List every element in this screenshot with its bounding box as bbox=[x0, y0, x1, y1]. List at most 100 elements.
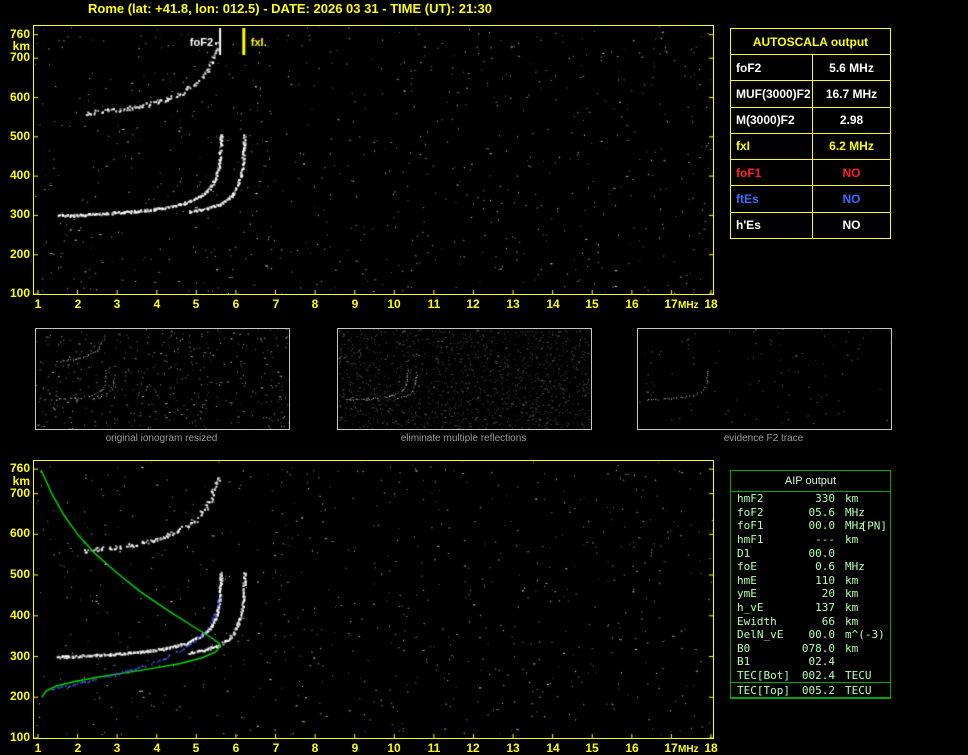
aip-row-value: 078.0 bbox=[801, 641, 835, 655]
autoscala-row-value: 5.6 MHz bbox=[829, 60, 874, 75]
x-axis-tick-label: 1 bbox=[34, 741, 42, 755]
x-axis-tick-label: 6 bbox=[232, 741, 240, 755]
autoscala-window: Rome (lat: +41.8, lon: 012.5) - DATE: 20… bbox=[0, 0, 968, 755]
x-axis-tick-label: 10 bbox=[387, 297, 401, 311]
thumbnail-evidence-f2-trace bbox=[637, 328, 892, 430]
aip-row: hmF2 330 km bbox=[731, 492, 890, 506]
aip-row-unit: TECU bbox=[845, 683, 872, 697]
aip-row-unit: MHz bbox=[845, 560, 865, 574]
y-axis-tick-label: 300 bbox=[9, 207, 30, 221]
aip-row-label: foF1 bbox=[737, 519, 764, 533]
y-axis-tick-label: 300 bbox=[9, 649, 30, 663]
aip-row-label: TEC[Bot] bbox=[737, 669, 790, 683]
aip-row: hmF1 --- km bbox=[731, 533, 890, 547]
autoscala-row-label: fxI bbox=[731, 133, 813, 160]
x-axis-tick-label: 2 bbox=[74, 297, 82, 311]
autoscala-row-label: ftEs bbox=[731, 186, 813, 212]
aip-row-value: 66 bbox=[821, 614, 835, 628]
aip-row-label: D1 bbox=[737, 546, 751, 560]
y-axis-tick-label: 500 bbox=[9, 567, 30, 581]
autoscala-row: MUF(3000)F2 16.7 MHz bbox=[731, 80, 890, 107]
aip-row-unit: km bbox=[845, 601, 859, 615]
autoscala-row: fxI 6.2 MHz bbox=[731, 132, 890, 160]
aip-row-value: 20 bbox=[821, 587, 835, 601]
aip-table-title: AIP output bbox=[731, 471, 890, 492]
aip-row: Ewidth 66 km bbox=[731, 614, 890, 628]
aip-row-label: B0 bbox=[737, 641, 751, 655]
x-axis-tick-label: 5 bbox=[192, 297, 200, 311]
y-axis-tick-label: 400 bbox=[9, 168, 30, 182]
autoscala-row-label: h'Es bbox=[731, 212, 813, 238]
aip-row-unit: km bbox=[845, 573, 859, 587]
y-axis-unit-label: km bbox=[12, 474, 30, 488]
x-axis-tick-label: 16 bbox=[625, 741, 639, 755]
thumbnail-eliminate-reflections bbox=[337, 328, 592, 430]
autoscala-row-value: 6.2 MHz bbox=[829, 139, 874, 154]
aip-row-label: h_vE bbox=[737, 601, 764, 615]
aip-row-value: --- bbox=[815, 533, 835, 547]
aip-row: B0 078.0 km bbox=[731, 642, 890, 656]
aip-row-label: hmF1 bbox=[737, 533, 764, 547]
x-axis-tick-label: 4 bbox=[153, 297, 161, 311]
x-axis-tick-label: 7 bbox=[272, 741, 280, 755]
x-axis-tick-label: 9 bbox=[351, 741, 359, 755]
autoscala-row-label: foF2 bbox=[731, 55, 813, 81]
aip-row: DelN_vE 00.0 m^(-3) bbox=[731, 628, 890, 642]
y-axis-tick-label: 200 bbox=[9, 247, 30, 261]
aip-output-table: AIP output hmF2 330 km foF2 05.6 MHz foF1 00.0 M… bbox=[730, 470, 891, 699]
thumbnail-caption-eliminate: eliminate multiple reflections bbox=[400, 433, 527, 444]
aip-row-label: Ewidth bbox=[737, 614, 777, 628]
x-axis-tick-label: 11 bbox=[427, 741, 441, 755]
aip-row: hmE 110 km bbox=[731, 574, 890, 588]
aip-row-value: 00.0 bbox=[808, 628, 836, 642]
x-axis-tick-label: 9 bbox=[351, 297, 359, 311]
aip-row: D1 00.0 bbox=[731, 546, 890, 560]
autoscala-output-table: AUTOSCALA output foF2 5.6 MHz MUF(3000)F2 1… bbox=[730, 28, 891, 239]
autoscala-row: ftEs NO bbox=[731, 185, 890, 212]
aip-row-label: ymE bbox=[737, 587, 757, 601]
autoscala-row: h'Es NO bbox=[731, 211, 890, 238]
x-axis-tick-label: 6 bbox=[232, 297, 240, 311]
autoscala-row-label: M(3000)F2 bbox=[731, 107, 813, 133]
x-axis-tick-label: 18 bbox=[704, 741, 718, 755]
autoscala-row-label: MUF(3000)F2 bbox=[731, 81, 813, 107]
x-axis-tick-label: 7 bbox=[272, 297, 280, 311]
autoscala-row: M(3000)F2 2.98 bbox=[731, 106, 890, 133]
aip-row-label: foE bbox=[737, 560, 757, 574]
aip-row-value: 110 bbox=[815, 573, 835, 587]
y-axis-tick-label: 600 bbox=[9, 90, 30, 104]
autoscala-table-title: AUTOSCALA output bbox=[752, 34, 869, 49]
aip-row: foF1 00.0 MHz [PN] bbox=[731, 519, 890, 533]
y-axis-tick-label: 400 bbox=[9, 608, 30, 622]
x-axis-tick-label: 15 bbox=[585, 297, 599, 311]
aip-row-label: hmE bbox=[737, 573, 757, 587]
x-axis-tick-label: 13 bbox=[506, 741, 520, 755]
aip-table-body: hmF2 330 km foF2 05.6 MHz foF1 00.0 MHz [PN] hmF1-… bbox=[731, 492, 890, 698]
x-axis-tick-label: 2 bbox=[74, 741, 82, 755]
autoscala-row: foF1 NO bbox=[731, 159, 890, 186]
y-axis-tick-label: 500 bbox=[9, 129, 30, 143]
aip-row: ymE 20 km bbox=[731, 587, 890, 601]
aip-row-unit: km bbox=[845, 533, 859, 547]
aip-row: h_vE 137 km bbox=[731, 601, 890, 615]
aip-row-value: 02.4 bbox=[808, 655, 836, 669]
x-axis-tick-label: 10 bbox=[387, 741, 401, 755]
x-axis-tick-label: 13 bbox=[506, 297, 520, 311]
thumbnail-caption-evidence: evidence F2 trace bbox=[723, 433, 804, 444]
aip-row: foF2 05.6 MHz bbox=[731, 506, 890, 520]
y-axis-tick-label: 200 bbox=[9, 689, 30, 703]
aip-row-unit: TECU bbox=[845, 669, 872, 683]
x-axis-tick-label: 18 bbox=[704, 297, 718, 311]
x-axis-tick-label: 12 bbox=[466, 741, 480, 755]
aip-row-value: 330 bbox=[815, 492, 835, 506]
x-axis-tick-label: 8 bbox=[311, 741, 319, 755]
x-axis-tick-label: 4 bbox=[153, 741, 161, 755]
aip-row-label: TEC[Top] bbox=[737, 683, 790, 697]
autoscala-row-value: 16.7 MHz bbox=[825, 86, 878, 101]
y-axis-tick-label: 600 bbox=[9, 526, 30, 540]
aip-row-label: B1 bbox=[737, 655, 751, 669]
thumbnail-original-ionogram bbox=[35, 328, 290, 430]
aip-row-unit: km bbox=[845, 641, 859, 655]
aip-row-value: 00.0 bbox=[808, 519, 836, 533]
x-axis-unit-label: MHz bbox=[678, 744, 699, 755]
